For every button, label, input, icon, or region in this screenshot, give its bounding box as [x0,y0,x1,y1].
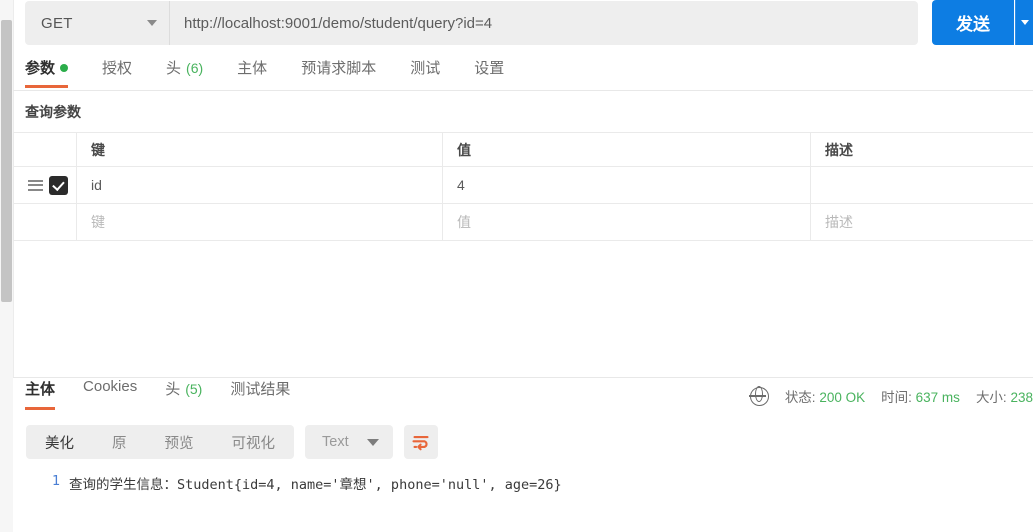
table-row: id 4 [13,166,1033,204]
view-mode-visualize[interactable]: 可视化 [213,425,295,459]
time-label: 时间: [881,390,912,405]
tab-body-label: 主体 [237,60,268,77]
response-format-label: Text [322,434,349,450]
http-method-label: GET [41,14,73,32]
tab-headers-label: 头 [166,60,182,77]
word-wrap-button[interactable] [403,425,438,459]
status-value: 200 OK [819,390,866,405]
response-tabs: 主体 Cookies 头 (5) 测试结果 状态: 200 OK 时间: 637… [13,378,1033,414]
url-input[interactable]: http://localhost:9001/demo/student/query… [169,1,918,45]
response-tab-headers[interactable]: 头 (5) [165,378,202,409]
window-scrollbar-thumb[interactable] [1,20,12,302]
send-button[interactable]: 发送 [932,0,1014,45]
window-scrollbar[interactable] [0,0,14,532]
size-badge: 大小: 238 [976,386,1033,406]
word-wrap-icon [412,436,429,451]
tab-pre-request-script[interactable]: 预请求脚本 [301,57,376,87]
modified-dot-icon [60,63,69,72]
tab-settings-label: 设置 [474,60,505,77]
response-tab-test-results[interactable]: 测试结果 [230,378,290,409]
chevron-down-icon [366,438,379,446]
param-key-cell[interactable]: id [76,166,443,204]
column-header-value: 值 [442,132,811,167]
status-label: 状态: [784,390,816,405]
response-tab-body-label: 主体 [25,381,56,398]
response-body-text[interactable]: 查询的学生信息：Student{id=4, name='章想', phone='… [69,473,562,493]
response-tab-body[interactable]: 主体 [25,378,56,410]
response-status-bar: 状态: 200 OK 时间: 637 ms 大小: 238 [749,386,1033,406]
http-method-select[interactable]: GET [25,1,169,45]
tab-body[interactable]: 主体 [237,57,267,87]
table-row-placeholder: 键 值 描述 [13,203,1033,241]
table-header-row: 键 值 描述 [13,132,1033,167]
response-pane: 主体 Cookies 头 (5) 测试结果 状态: 200 OK 时间: 637… [13,378,1033,532]
column-header-handle [13,132,77,167]
response-body: 1 查询的学生信息：Student{id=4, name='章想', phone… [13,459,1033,493]
time-value: 637 ms [915,390,960,405]
response-toolbar: 美化 原 预览 可视化 Text [13,414,1033,459]
row-enabled-checkbox[interactable] [49,175,68,195]
response-view-mode-group: 美化 原 预览 可视化 [26,425,294,459]
chevron-down-icon [1021,20,1029,25]
view-mode-preview[interactable]: 预览 [146,425,213,459]
response-format-select[interactable]: Text [305,425,393,459]
tab-params[interactable]: 参数 [25,57,69,88]
response-tab-cookies[interactable]: Cookies [83,378,137,405]
query-params-table: 键 值 描述 id 4 键 值 描述 [13,132,1033,241]
response-tab-headers-count: (5) [185,380,203,397]
size-label: 大小: [975,390,1007,405]
time-badge: 时间: 637 ms [881,386,960,406]
param-description-cell[interactable] [810,166,1033,204]
tab-params-label: 参数 [25,60,56,77]
tab-authorization[interactable]: 授权 [102,57,132,87]
tab-headers-count: (6) [186,59,204,76]
column-header-key: 键 [76,132,443,167]
view-mode-pretty[interactable]: 美化 [26,425,93,459]
response-tab-headers-label: 头 [165,381,181,398]
tab-settings[interactable]: 设置 [474,57,504,87]
response-tab-test-results-label: 测试结果 [230,381,291,398]
status-badge: 状态: 200 OK [785,386,865,406]
globe-icon[interactable] [749,386,769,406]
query-params-label: 查询参数 [25,104,81,120]
tab-pre-request-script-label: 预请求脚本 [301,60,377,77]
tab-headers[interactable]: 头 (6) [166,57,203,87]
request-tabs: 参数 授权 头 (6) 主体 预请求脚本 测试 设置 [13,57,1033,91]
new-param-description-input[interactable]: 描述 [810,203,1033,241]
view-mode-raw[interactable]: 原 [93,425,146,459]
chevron-down-icon [147,20,157,26]
drag-handle-icon[interactable] [28,179,43,191]
new-param-key-input[interactable]: 键 [76,203,443,241]
request-url-row: GET http://localhost:9001/demo/student/q… [13,0,1033,47]
line-number-gutter: 1 [51,473,60,489]
tab-tests-label: 测试 [410,60,441,77]
size-value: 238 [1010,390,1033,405]
response-tab-cookies-label: Cookies [83,378,138,395]
tab-authorization-label: 授权 [102,60,133,77]
new-param-value-input[interactable]: 值 [442,203,811,241]
row-controls-cell [13,166,77,204]
row-controls-cell-empty [13,203,77,241]
send-options-button[interactable] [1015,0,1033,45]
main-content: GET http://localhost:9001/demo/student/q… [13,0,1033,532]
tab-tests[interactable]: 测试 [410,57,440,87]
column-header-description: 描述 [810,132,1033,167]
param-value-cell[interactable]: 4 [442,166,811,204]
